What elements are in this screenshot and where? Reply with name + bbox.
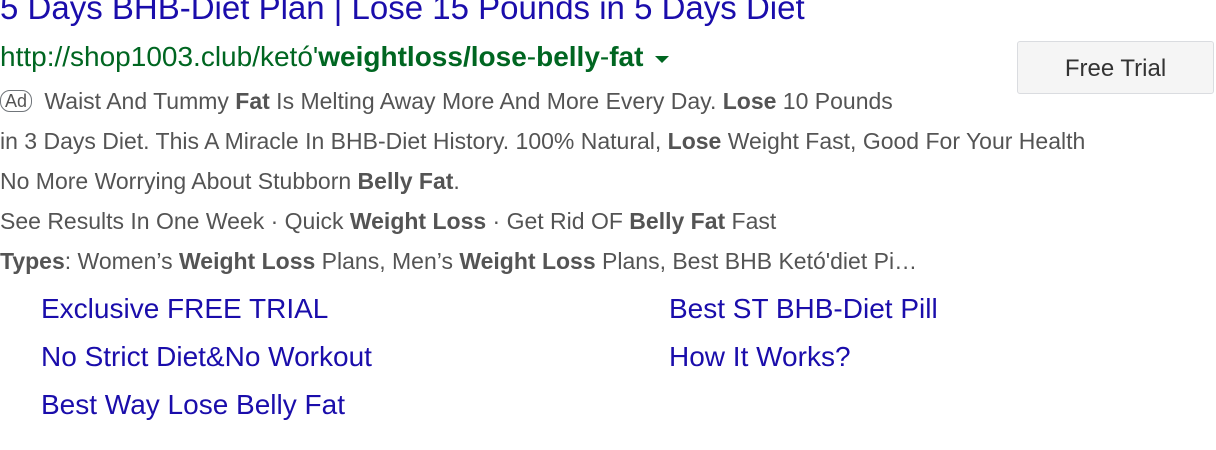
search-ad: 5 Days BHB-Diet Plan | Lose 15 Pounds in… — [0, 0, 1216, 450]
ad-description-line: in 3 Days Diet. This A Miracle In BHB-Di… — [0, 121, 1085, 161]
callout-text: See Results In One Week · Quick — [0, 208, 350, 234]
dropdown-arrow-icon[interactable] — [655, 55, 670, 63]
free-trial-button[interactable]: Free Trial — [1017, 41, 1214, 94]
url-bold-belly: belly — [536, 41, 600, 72]
ad-display-url[interactable]: http://shop1003.club/ketó' weightloss / los… — [0, 40, 670, 74]
desc-bold: Belly Fat — [357, 168, 454, 194]
desc-text: Weight Fast, Good For Your Health — [721, 128, 1086, 154]
callout-text: · Get Rid OF — [486, 208, 630, 234]
callout-bold: Weight Loss — [349, 208, 487, 234]
snippet-text: : Women’s — [64, 248, 179, 274]
url-prefix: http://shop1003.club/ketó' — [0, 41, 319, 72]
desc-bold: Lose — [667, 128, 722, 154]
url-separator: / — [462, 41, 471, 72]
desc-text: Waist And Tummy — [38, 88, 236, 114]
desc-text: Is Melting Away More And More Every Day. — [269, 88, 723, 114]
sitelink-best-bhb-diet-pill[interactable]: Best ST BHB-Diet Pill — [669, 292, 938, 326]
desc-text: No More Worrying About Stubborn — [0, 168, 358, 194]
ad-badge: Ad — [0, 90, 33, 112]
ad-description-line: Ad Waist And Tummy Fat Is Melting Away M… — [0, 81, 893, 121]
url-bold-weightloss: weightloss — [318, 41, 463, 72]
ad-description-line: No More Worrying About Stubborn Belly Fa… — [0, 161, 460, 201]
callout-bold: Belly Fat — [629, 208, 726, 234]
ad-callout-line: See Results In One Week · Quick Weight L… — [0, 201, 776, 241]
snippet-bold: Weight Loss — [459, 248, 596, 274]
desc-text: in 3 Days Diet. This A Miracle In BHB-Di… — [0, 128, 668, 154]
sitelink-no-strict-diet[interactable]: No Strict Diet&No Workout — [41, 340, 372, 374]
callout-text: Fast — [725, 208, 777, 234]
desc-text: . — [453, 168, 460, 194]
snippet-bold: Weight Loss — [178, 248, 316, 274]
sitelink-how-it-works[interactable]: How It Works? — [669, 340, 851, 374]
snippet-text: Plans, Best BHB Ketó'diet Pi… — [595, 248, 918, 274]
desc-text: 10 Pounds — [776, 88, 893, 114]
desc-bold: Fat — [235, 88, 270, 114]
url-bold-lose: lose — [470, 41, 527, 72]
ad-headline-link[interactable]: 5 Days BHB-Diet Plan | Lose 15 Pounds in… — [0, 0, 805, 28]
sitelink-exclusive-free-trial[interactable]: Exclusive FREE TRIAL — [41, 292, 328, 326]
sitelink-best-way-lose-belly-fat[interactable]: Best Way Lose Belly Fat — [41, 388, 345, 422]
snippet-text: Plans, Men’s — [315, 248, 460, 274]
url-bold-fat: fat — [609, 41, 644, 72]
url-dash: - — [526, 41, 537, 72]
desc-bold: Lose — [722, 88, 777, 114]
snippet-header: Types — [0, 248, 65, 274]
ad-structured-snippet: Types: Women’s Weight Loss Plans, Men’s … — [0, 241, 917, 281]
url-dash: - — [599, 41, 610, 72]
